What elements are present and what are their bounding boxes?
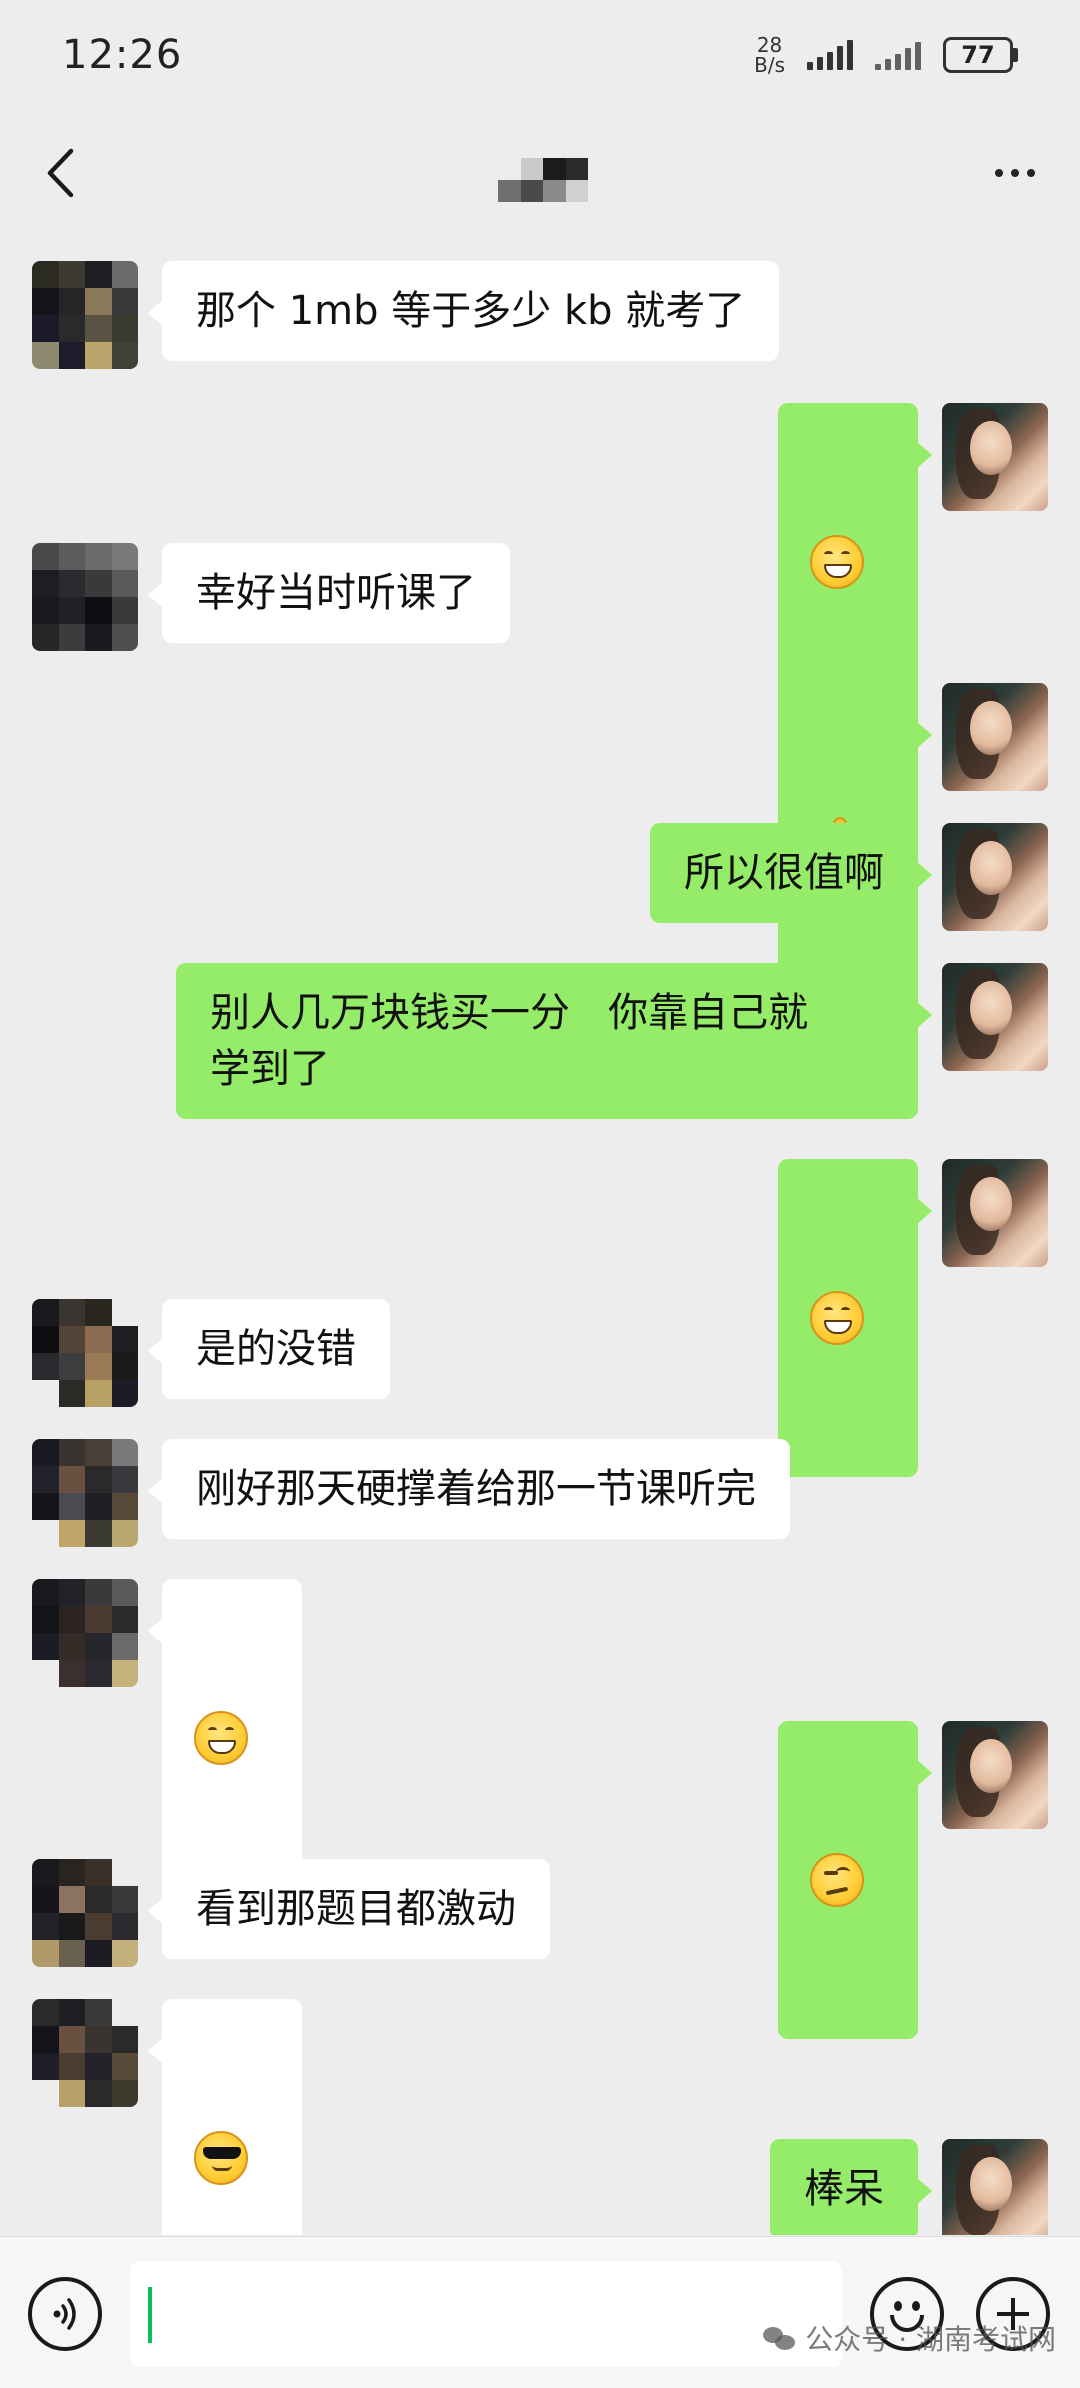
message-bubble[interactable]: 那个 1mb 等于多少 kb 就考了	[147, 261, 780, 361]
message-bubble[interactable]: 所以很值啊	[650, 823, 932, 923]
network-speed-unit: B/s	[754, 53, 785, 77]
self-avatar[interactable]	[942, 1721, 1048, 1829]
message-list[interactable]: 那个 1mb 等于多少 kb 就考了 幸好当时听课了 所以很值啊 别人几万块钱买…	[0, 235, 1080, 2235]
message-bubble[interactable]: 棒呆	[770, 2139, 932, 2235]
status-time: 12:26	[62, 32, 183, 78]
message-received: 幸好当时听课了	[32, 543, 510, 651]
message-bubble-emoji[interactable]	[147, 1579, 303, 1897]
input-bar	[0, 2236, 1080, 2388]
self-avatar[interactable]	[942, 2139, 1048, 2235]
message-bubble-emoji[interactable]	[777, 403, 933, 721]
chat-title-pixelated	[498, 158, 588, 202]
network-speed-value: 28	[756, 33, 783, 57]
message-received: 那个 1mb 等于多少 kb 就考了	[32, 261, 780, 369]
grin-emoji-icon	[809, 1291, 864, 1345]
message-received: 是的没错	[32, 1299, 390, 1407]
voice-icon	[53, 2298, 76, 2330]
text-caret	[148, 2287, 152, 2343]
back-button[interactable]	[30, 143, 90, 203]
more-options-button[interactable]	[980, 143, 1050, 203]
self-avatar[interactable]	[942, 683, 1048, 791]
grin-emoji-icon	[809, 535, 864, 589]
message-bubble[interactable]: 看到那题目都激动	[148, 1859, 550, 1959]
network-speed: 28 B/s	[754, 35, 785, 75]
more-dot-icon	[995, 168, 1003, 177]
contact-avatar[interactable]	[32, 261, 138, 369]
contact-avatar[interactable]	[32, 1299, 138, 1407]
status-icons: 28 B/s 77	[754, 35, 1018, 75]
signal-icon	[807, 40, 853, 70]
watermark: 公众号 · 湖南考试网	[763, 2318, 1056, 2358]
self-avatar[interactable]	[942, 963, 1048, 1071]
signal-secondary-icon	[875, 40, 921, 70]
message-sent: 别人几万块钱买一分 你靠自己就 学到了	[176, 963, 1048, 1119]
message-bubble-emoji[interactable]	[777, 1159, 933, 1477]
self-avatar[interactable]	[942, 403, 1048, 511]
message-received	[32, 1999, 303, 2235]
message-sent: 棒呆	[770, 2139, 1048, 2235]
message-input[interactable]	[130, 2261, 842, 2367]
self-avatar[interactable]	[942, 1159, 1048, 1267]
message-bubble-emoji[interactable]	[147, 1999, 303, 2235]
grin-emoji-icon	[194, 1711, 248, 1765]
contact-avatar[interactable]	[32, 1439, 138, 1547]
status-bar: 12:26 28 B/s 77	[0, 0, 1080, 110]
chat-header	[0, 110, 1080, 235]
message-received: 看到那题目都激动	[32, 1859, 550, 1967]
message-sent	[777, 1721, 1048, 2039]
battery-icon: 77	[943, 37, 1018, 73]
cool-emoji-icon	[194, 2131, 248, 2185]
chevron-left-icon	[47, 148, 74, 197]
wechat-icon	[763, 2325, 797, 2351]
message-bubble[interactable]: 别人几万块钱买一分 你靠自己就 学到了	[176, 963, 932, 1119]
watermark-text: 公众号 · 湖南考试网	[805, 2323, 1056, 2356]
message-bubble-emoji[interactable]	[777, 1721, 933, 2039]
self-avatar[interactable]	[942, 823, 1048, 931]
message-sent	[777, 1159, 1048, 1477]
message-received	[32, 1579, 303, 1897]
message-bubble[interactable]: 是的没错	[148, 1299, 390, 1399]
battery-level: 77	[943, 37, 1013, 73]
contact-avatar[interactable]	[32, 1859, 138, 1967]
message-bubble[interactable]: 刚好那天硬撑着给那一节课听完	[148, 1439, 790, 1539]
message-received: 刚好那天硬撑着给那一节课听完	[32, 1439, 790, 1547]
message-sent	[777, 403, 1048, 721]
contact-avatar[interactable]	[32, 543, 138, 651]
smirk-emoji-icon	[809, 1853, 864, 1907]
contact-avatar[interactable]	[32, 1999, 138, 2107]
message-bubble[interactable]: 幸好当时听课了	[148, 543, 510, 643]
voice-button[interactable]	[28, 2277, 102, 2351]
contact-avatar[interactable]	[32, 1579, 138, 1687]
message-sent: 所以很值啊	[650, 823, 1048, 931]
